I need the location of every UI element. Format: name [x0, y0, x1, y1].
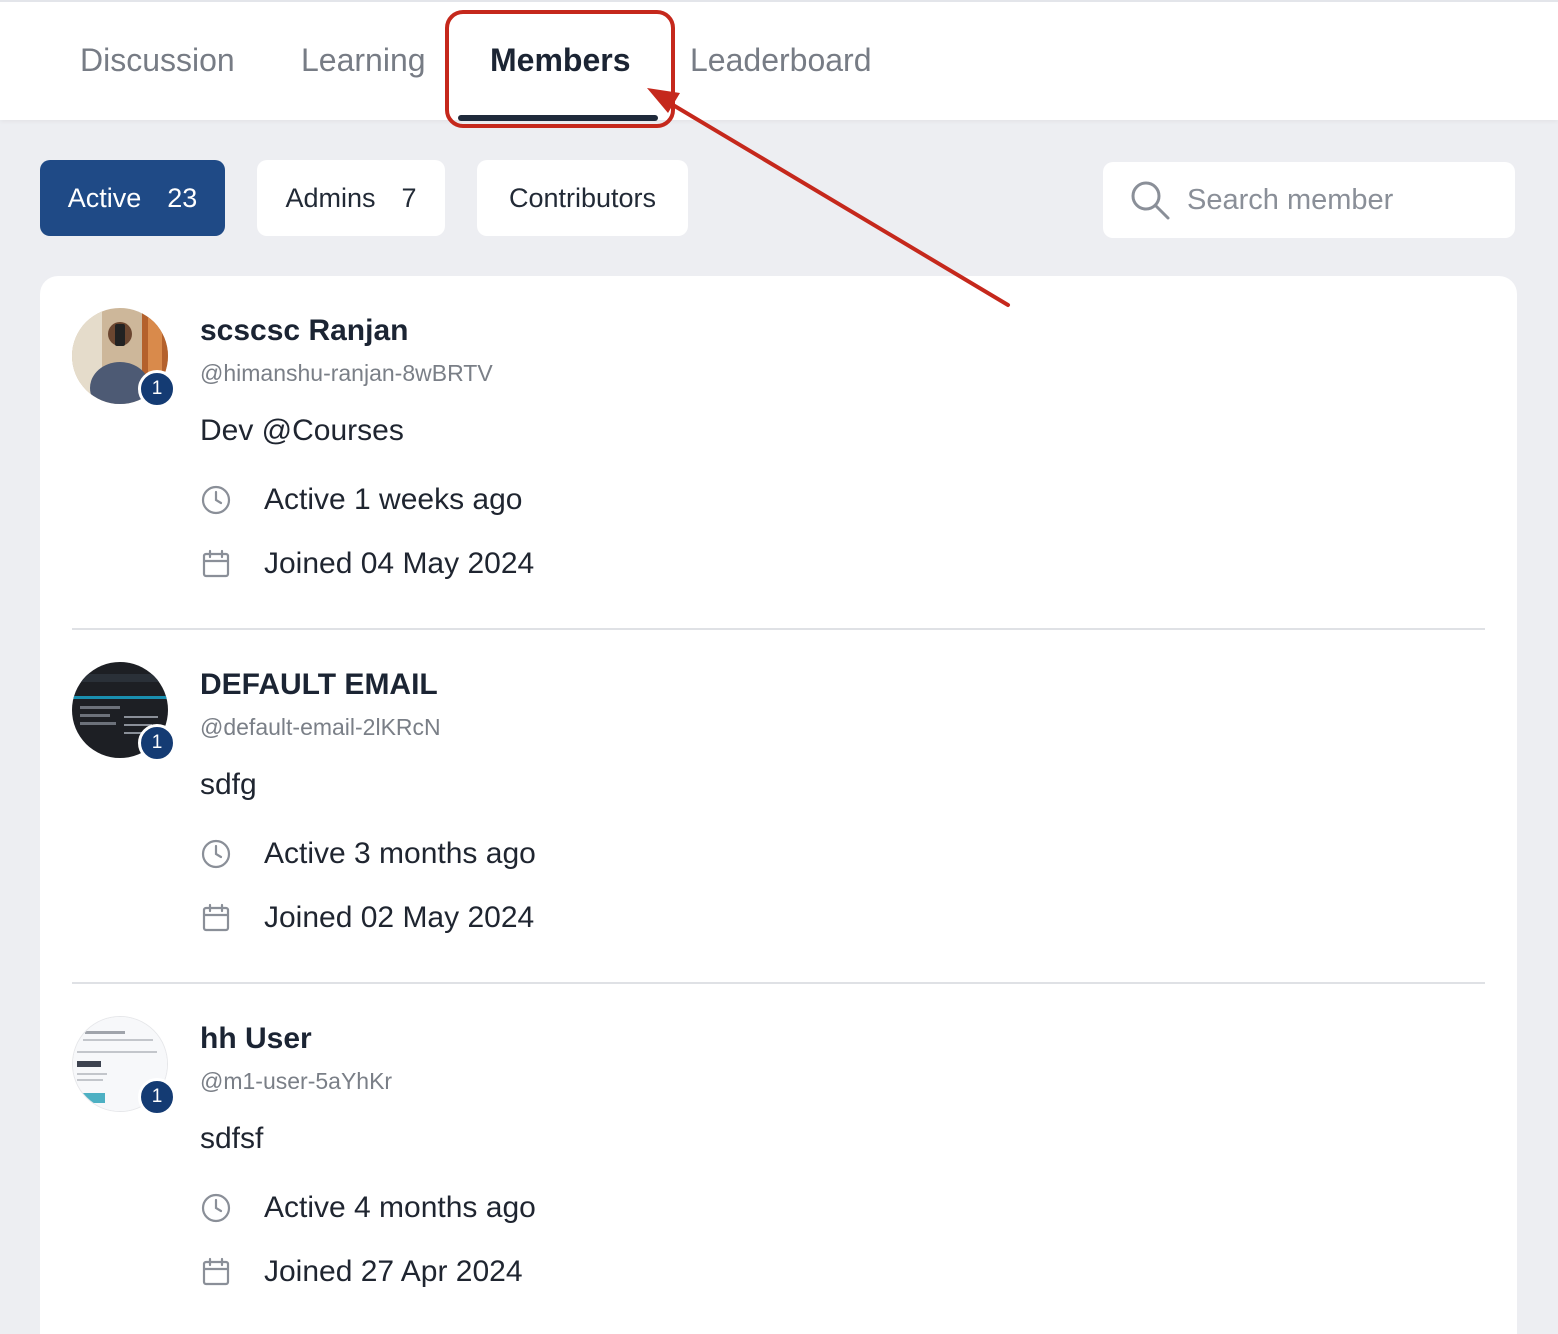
filter-contributors-button[interactable]: Contributors — [477, 160, 688, 236]
member-joined: Joined 04 May 2024 — [200, 544, 534, 584]
top-navigation: Discussion Learning Members Leaderboard — [0, 0, 1558, 121]
clock-icon — [201, 839, 231, 869]
member-list-item[interactable]: 1 DEFAULT EMAIL @default-email-2lKRcN sd… — [72, 630, 1485, 984]
search-icon — [1131, 181, 1170, 220]
calendar-icon — [202, 549, 230, 578]
clock-icon — [201, 1193, 231, 1223]
member-active-text: Active 1 weeks ago — [264, 483, 523, 516]
calendar-icon — [202, 903, 230, 932]
member-name[interactable]: DEFAULT EMAIL — [200, 668, 438, 702]
filter-admins-label: Admins — [285, 182, 376, 213]
tab-members[interactable]: Members — [490, 38, 631, 88]
member-joined: Joined 27 Apr 2024 — [200, 1252, 523, 1292]
member-level-badge: 1 — [138, 1078, 176, 1116]
member-activity: Active 3 months ago — [200, 834, 536, 874]
active-tab-indicator — [458, 115, 658, 121]
member-active-text: Active 3 months ago — [264, 837, 536, 870]
member-joined-text: Joined 27 Apr 2024 — [264, 1255, 523, 1288]
filter-active-label: Active — [67, 182, 142, 213]
search-input[interactable] — [1187, 183, 1497, 217]
member-handle: @default-email-2lKRcN — [200, 714, 441, 740]
tab-learning[interactable]: Learning — [301, 38, 426, 88]
member-bio: sdfsf — [200, 1122, 264, 1155]
member-joined-text: Joined 04 May 2024 — [264, 547, 535, 580]
member-list-item[interactable]: 1 hh User @m1-user-5aYhKr sdfsf Active 4… — [72, 984, 1485, 1334]
tab-discussion[interactable]: Discussion — [80, 38, 235, 88]
member-level-badge: 1 — [138, 724, 176, 762]
members-page: Discussion Learning Members Leaderboard … — [0, 0, 1558, 1334]
member-name[interactable]: scscsc Ranjan — [200, 314, 408, 348]
filter-active-count: 23 — [167, 182, 198, 213]
member-joined-text: Joined 02 May 2024 — [264, 901, 535, 934]
search-box[interactable] — [1103, 162, 1515, 238]
tab-leaderboard[interactable]: Leaderboard — [690, 38, 871, 88]
filter-active-button[interactable]: Active 23 — [40, 160, 225, 236]
members-list-card: 1 scscsc Ranjan @himanshu-ranjan-8wBRTV … — [40, 276, 1517, 1334]
member-joined: Joined 02 May 2024 — [200, 898, 534, 938]
member-activity: Active 1 weeks ago — [200, 480, 522, 520]
calendar-icon — [202, 1257, 230, 1286]
member-active-text: Active 4 months ago — [264, 1191, 536, 1224]
filter-contributors-label: Contributors — [508, 182, 657, 213]
member-list-item[interactable]: 1 scscsc Ranjan @himanshu-ranjan-8wBRTV … — [72, 276, 1485, 630]
member-bio: sdfg — [200, 768, 257, 801]
member-name[interactable]: hh User — [200, 1022, 312, 1056]
member-handle: @m1-user-5aYhKr — [200, 1068, 393, 1094]
member-activity: Active 4 months ago — [200, 1188, 536, 1228]
clock-icon — [201, 485, 231, 515]
member-handle: @himanshu-ranjan-8wBRTV — [200, 360, 493, 386]
member-level-badge: 1 — [138, 370, 176, 408]
member-bio: Dev @Courses — [200, 414, 404, 447]
filter-admins-count: 7 — [401, 182, 417, 213]
filter-admins-button[interactable]: Admins 7 — [257, 160, 445, 236]
